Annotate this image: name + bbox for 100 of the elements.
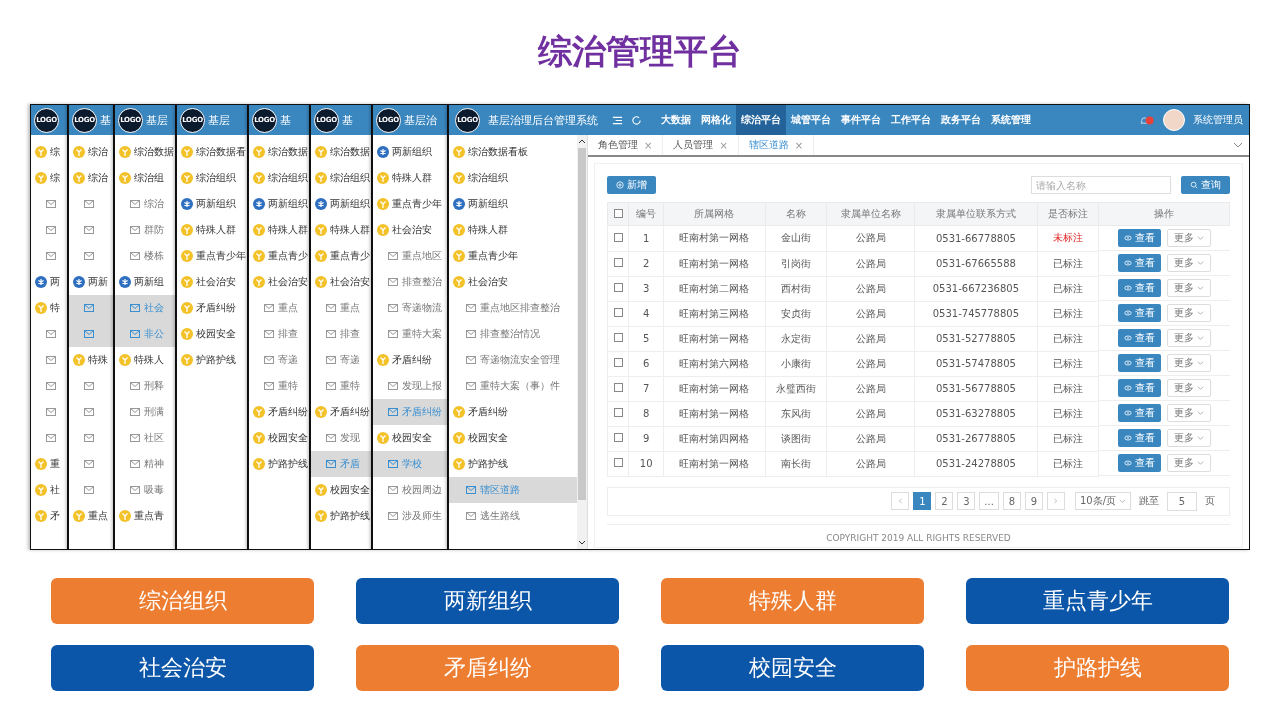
sidebar-item[interactable]: 精神 [115, 451, 175, 477]
sidebar-item[interactable]: 社会治安 [449, 269, 577, 295]
nav-tab[interactable]: 综治平台 [736, 105, 786, 135]
sidebar-item[interactable]: 重点 [69, 503, 113, 529]
nav-tab[interactable]: 事件平台 [836, 105, 886, 135]
sidebar-item[interactable] [69, 295, 113, 321]
sidebar-item[interactable]: 社会治安 [177, 269, 247, 295]
sidebar-item[interactable]: 矛盾纠纷 [373, 347, 447, 373]
sidebar-item[interactable]: 综治 [69, 165, 113, 191]
sidebar-item[interactable]: 两新组织 [249, 191, 309, 217]
sidebar-item[interactable]: 辖区道路 [449, 477, 577, 503]
more-dropdown[interactable]: 更多 [1166, 379, 1211, 397]
bell-icon[interactable] [1139, 114, 1155, 126]
more-dropdown[interactable]: 更多 [1166, 229, 1211, 247]
sidebar-item[interactable]: 综治数据 [311, 139, 371, 165]
checkbox[interactable] [613, 308, 623, 317]
more-dropdown[interactable]: 更多 [1166, 279, 1211, 297]
view-button[interactable]: 查看 [1117, 329, 1161, 347]
search-button[interactable]: 查询 [1181, 176, 1230, 194]
sidebar-item[interactable]: 刑满 [115, 399, 175, 425]
refresh-icon[interactable] [631, 114, 642, 126]
sidebar-item[interactable]: 寄递物流安全管理 [449, 347, 577, 373]
scrollbar[interactable] [577, 135, 587, 549]
checkbox[interactable] [613, 283, 623, 292]
sidebar-item[interactable]: 重点青少年 [177, 243, 247, 269]
sidebar-item[interactable]: 重特 [249, 373, 309, 399]
sidebar-item[interactable]: 逃生路线 [449, 503, 577, 529]
sidebar-item[interactable]: 特殊人群 [249, 217, 309, 243]
nav-tab[interactable]: 大数据 [656, 105, 696, 135]
sidebar-item[interactable]: 重点青少 [249, 243, 309, 269]
sidebar-item[interactable]: 学校 [373, 451, 447, 477]
view-button[interactable]: 查看 [1117, 279, 1161, 297]
sidebar-item[interactable]: 重 [31, 451, 67, 477]
sidebar-item[interactable]: 两新组织 [177, 191, 247, 217]
sidebar-item[interactable]: 刑释 [115, 373, 175, 399]
nav-tab[interactable]: 系统管理 [986, 105, 1036, 135]
nav-tab[interactable]: 城管平台 [786, 105, 836, 135]
sidebar-item[interactable]: 重特大案（事）件 [449, 373, 577, 399]
sidebar-item[interactable]: 寄递 [249, 347, 309, 373]
sidebar-item[interactable]: 特殊人群 [311, 217, 371, 243]
sidebar-item[interactable]: 发现 [311, 425, 371, 451]
sidebar-item[interactable]: 吸毒 [115, 477, 175, 503]
checkbox[interactable] [613, 358, 623, 367]
sidebar-item[interactable] [69, 321, 113, 347]
nav-tab[interactable]: 网格化 [696, 105, 736, 135]
more-dropdown[interactable]: 更多 [1166, 429, 1211, 447]
sidebar-item[interactable]: 排查整治 [373, 269, 447, 295]
sidebar-item[interactable]: 两新组织 [373, 139, 447, 165]
checkbox[interactable] [613, 458, 623, 467]
view-button[interactable]: 查看 [1117, 454, 1161, 472]
add-button[interactable]: 新增 [607, 176, 656, 194]
checkbox[interactable] [613, 208, 623, 218]
sidebar-item[interactable]: 重点青 [115, 503, 175, 529]
page-size-dropdown[interactable]: 10条/页 [1074, 492, 1131, 510]
checkbox[interactable] [613, 383, 623, 392]
more-dropdown[interactable]: 更多 [1166, 404, 1211, 422]
page-button[interactable]: ... [979, 492, 999, 510]
sidebar-item[interactable]: 校园周边 [373, 477, 447, 503]
sidebar-item[interactable]: 综治 [69, 139, 113, 165]
nav-tab[interactable]: 政务平台 [936, 105, 986, 135]
close-icon[interactable]: × [719, 139, 728, 151]
more-dropdown[interactable]: 更多 [1166, 304, 1211, 322]
sidebar-item[interactable]: 综治数据看板 [449, 139, 577, 165]
more-dropdown[interactable]: 更多 [1166, 454, 1211, 472]
sidebar-item[interactable]: 社会治安 [311, 269, 371, 295]
checkbox[interactable] [613, 258, 623, 267]
sidebar-item[interactable]: 综治组织 [249, 165, 309, 191]
sidebar-item[interactable]: 矛盾纠纷 [249, 399, 309, 425]
sidebar-item[interactable]: 重点 [311, 295, 371, 321]
sidebar-item[interactable]: 社 [31, 477, 67, 503]
sidebar-item[interactable]: 综治组织 [177, 165, 247, 191]
view-button[interactable]: 查看 [1117, 254, 1161, 272]
sidebar-item[interactable]: 寄递 [311, 347, 371, 373]
avatar[interactable] [1163, 109, 1185, 131]
sidebar-item[interactable]: 综治数据 [115, 139, 175, 165]
tab[interactable]: 人员管理 × [663, 135, 739, 155]
view-button[interactable]: 查看 [1117, 229, 1161, 247]
sidebar-item[interactable]: 重点地区 [373, 243, 447, 269]
sidebar-item[interactable]: 两新组织 [311, 191, 371, 217]
page-button[interactable]: 2 [935, 492, 954, 510]
page-button[interactable]: 8 [1002, 492, 1021, 510]
sidebar-item[interactable]: 两新 [69, 269, 113, 295]
sidebar-item[interactable]: 综治 [115, 191, 175, 217]
more-dropdown[interactable]: 更多 [1166, 354, 1211, 372]
sidebar-item[interactable]: 两新组织 [449, 191, 577, 217]
sidebar-item[interactable]: 护路护线 [177, 347, 247, 373]
sidebar-item[interactable]: 特殊 [69, 347, 113, 373]
sidebar-item[interactable]: 矛盾纠纷 [449, 399, 577, 425]
sidebar-item[interactable]: 矛盾纠纷 [373, 399, 447, 425]
sidebar-item[interactable]: 特 [31, 295, 67, 321]
sidebar-item[interactable]: 校园安全 [177, 321, 247, 347]
search-field[interactable]: 请输入名称 [1031, 176, 1171, 194]
page-number-field[interactable]: 5 [1167, 491, 1197, 511]
view-button[interactable]: 查看 [1117, 354, 1161, 372]
checkbox[interactable] [613, 408, 623, 417]
sidebar-item[interactable]: 排查整治情况 [449, 321, 577, 347]
sidebar-item[interactable]: 综治组 [115, 165, 175, 191]
sidebar-item[interactable]: 综治组织 [311, 165, 371, 191]
sidebar-item[interactable]: 特殊人群 [373, 165, 447, 191]
view-button[interactable]: 查看 [1117, 379, 1161, 397]
